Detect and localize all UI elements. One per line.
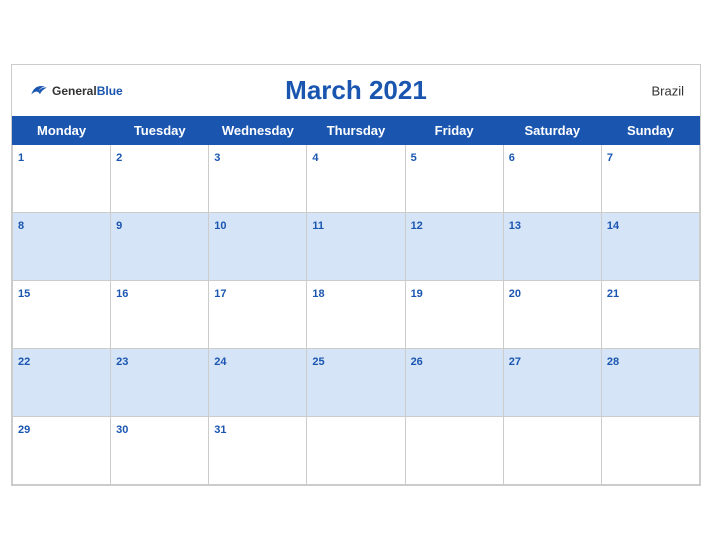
day-cell: 4 (307, 145, 405, 213)
day-cell: 5 (405, 145, 503, 213)
day-cell: 13 (503, 213, 601, 281)
logo-text: GeneralBlue (52, 82, 123, 100)
day-cell: 31 (209, 417, 307, 485)
day-cell: 27 (503, 349, 601, 417)
day-cell: 15 (13, 281, 111, 349)
day-cell: 3 (209, 145, 307, 213)
day-cell: 21 (601, 281, 699, 349)
day-cell: 28 (601, 349, 699, 417)
day-cell: 10 (209, 213, 307, 281)
day-cell: 29 (13, 417, 111, 485)
weekday-monday: Monday (13, 117, 111, 145)
calendar-container: GeneralBlue March 2021 Brazil Monday Tue… (11, 64, 701, 486)
day-cell: 19 (405, 281, 503, 349)
day-cell-empty (503, 417, 601, 485)
day-cell: 9 (111, 213, 209, 281)
country-label: Brazil (651, 83, 684, 98)
day-cell: 26 (405, 349, 503, 417)
weekday-friday: Friday (405, 117, 503, 145)
logo-area: GeneralBlue (28, 81, 123, 101)
day-cell: 2 (111, 145, 209, 213)
calendar-tbody: 1 2 3 4 5 6 7 8 9 10 11 12 13 14 15 16 (13, 145, 700, 485)
day-cell: 11 (307, 213, 405, 281)
weekday-header-row: Monday Tuesday Wednesday Thursday Friday… (13, 117, 700, 145)
calendar-thead: Monday Tuesday Wednesday Thursday Friday… (13, 117, 700, 145)
day-cell: 23 (111, 349, 209, 417)
day-cell: 1 (13, 145, 111, 213)
weekday-wednesday: Wednesday (209, 117, 307, 145)
day-cell: 16 (111, 281, 209, 349)
day-cell: 17 (209, 281, 307, 349)
week-row-2: 8 9 10 11 12 13 14 (13, 213, 700, 281)
weekday-sunday: Sunday (601, 117, 699, 145)
calendar-header: GeneralBlue March 2021 Brazil (12, 65, 700, 116)
week-row-1: 1 2 3 4 5 6 7 (13, 145, 700, 213)
day-cell: 14 (601, 213, 699, 281)
week-row-3: 15 16 17 18 19 20 21 (13, 281, 700, 349)
day-cell: 24 (209, 349, 307, 417)
day-cell: 8 (13, 213, 111, 281)
day-cell: 20 (503, 281, 601, 349)
week-row-4: 22 23 24 25 26 27 28 (13, 349, 700, 417)
day-cell: 6 (503, 145, 601, 213)
weekday-saturday: Saturday (503, 117, 601, 145)
day-cell: 22 (13, 349, 111, 417)
day-cell-empty (601, 417, 699, 485)
logo-blue: Blue (97, 84, 123, 98)
day-cell-empty (307, 417, 405, 485)
weekday-tuesday: Tuesday (111, 117, 209, 145)
day-cell-empty (405, 417, 503, 485)
calendar-title: March 2021 (285, 75, 427, 106)
day-cell: 25 (307, 349, 405, 417)
weekday-thursday: Thursday (307, 117, 405, 145)
logo-general: General (52, 84, 97, 98)
day-cell: 18 (307, 281, 405, 349)
day-cell: 7 (601, 145, 699, 213)
day-cell: 12 (405, 213, 503, 281)
calendar-table: Monday Tuesday Wednesday Thursday Friday… (12, 116, 700, 485)
week-row-5: 29 30 31 (13, 417, 700, 485)
logo-bird-icon (28, 81, 48, 101)
day-cell: 30 (111, 417, 209, 485)
